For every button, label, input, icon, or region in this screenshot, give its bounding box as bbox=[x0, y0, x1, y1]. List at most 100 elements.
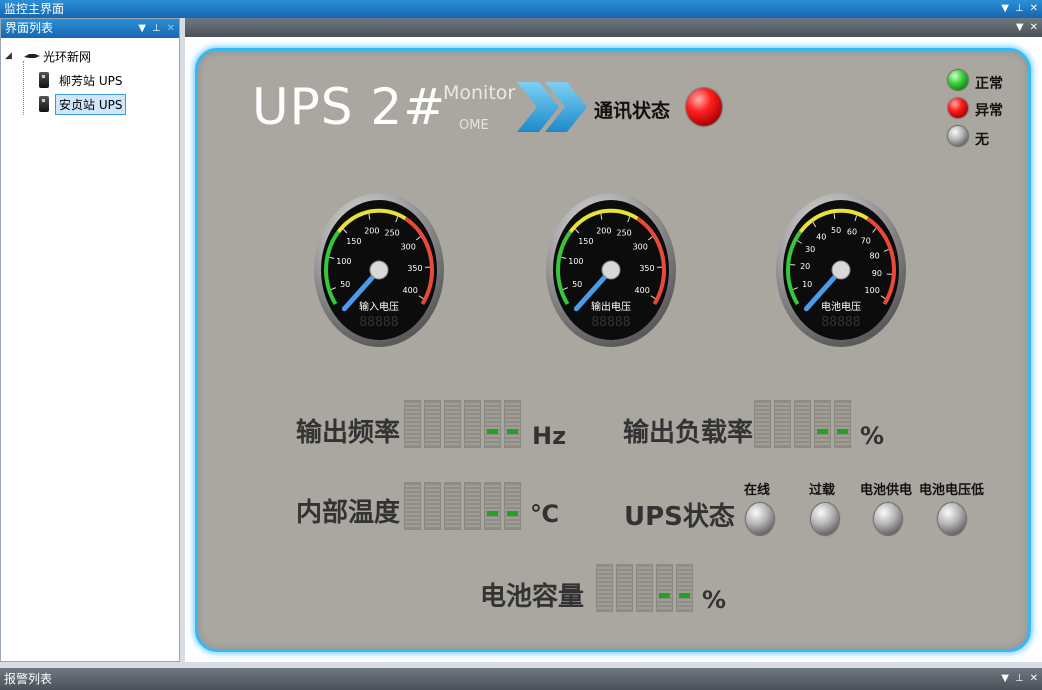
main-header: ▼ ✕ bbox=[185, 18, 1042, 37]
gauge-tick-label: 100 bbox=[568, 257, 583, 266]
gauge-label: 输入电压 bbox=[359, 300, 399, 313]
state-online-led bbox=[746, 503, 774, 535]
internal-temp-unit: ℃ bbox=[530, 500, 560, 528]
alarm-list-panel: 报警列表 ▼ ⊥ ✕ bbox=[0, 668, 1042, 690]
dropdown-icon[interactable]: ▼ bbox=[138, 19, 146, 38]
digit-cell bbox=[444, 482, 461, 530]
state-overload-label: 过载 bbox=[809, 483, 836, 498]
close-icon[interactable]: ✕ bbox=[167, 19, 175, 38]
expand-icon[interactable]: ◢ bbox=[5, 51, 17, 61]
input-voltage-gauge: 50 100 150 200 250 300 350 400 输入电压 88888 bbox=[313, 190, 445, 348]
gauge-tick-label: 50 bbox=[572, 280, 582, 289]
digit-cell bbox=[404, 482, 421, 530]
legend-normal-led bbox=[948, 70, 968, 90]
gauge-tick-label: 350 bbox=[639, 264, 654, 273]
gauge-digital-readout: 88888 bbox=[821, 315, 860, 330]
state-online-label: 在线 bbox=[744, 483, 771, 498]
close-icon[interactable]: ✕ bbox=[1030, 668, 1038, 690]
ups-device-icon bbox=[39, 72, 49, 88]
gauge-tick-label: 20 bbox=[800, 262, 810, 271]
state-battery-low-label: 电池电压低 bbox=[919, 483, 985, 498]
state-overload-led bbox=[811, 503, 839, 535]
gauge-svg: 10 20 3040 50 60 70 80 90 100 电池电压 88888 bbox=[776, 193, 906, 347]
legend-abnormal-led bbox=[948, 98, 968, 118]
battery-capacity-unit: % bbox=[702, 586, 727, 614]
dropdown-icon[interactable]: ▼ bbox=[1016, 18, 1024, 37]
gauge-tick-label: 50 bbox=[831, 226, 841, 235]
gauge-tick-label: 70 bbox=[861, 237, 871, 246]
gauge-svg: 50100150200 250300350400输出电压88888 bbox=[546, 193, 676, 347]
tree-view: ◢ 光环新网 柳芳站 UPS 安贞站 UPS bbox=[1, 38, 179, 122]
gauge-tick bbox=[790, 263, 796, 266]
battery-voltage-gauge: 10 20 30 40 50 60 70 80 90 100 电池电压 88888 bbox=[775, 190, 907, 348]
gauge-tick-label: 100 bbox=[865, 286, 880, 295]
digit-cell bbox=[656, 564, 673, 612]
tree-item-anzhen[interactable]: 安贞站 UPS bbox=[39, 92, 175, 116]
gauge-label: 电池电压 bbox=[821, 300, 861, 313]
gauge-tick-label: 30 bbox=[805, 245, 815, 254]
ome-text: OME bbox=[459, 118, 489, 133]
gauge-tick-label: 150 bbox=[578, 237, 593, 246]
comm-status-led bbox=[686, 88, 722, 126]
window-titlebar: 监控主界面 ▼ ⊥ ✕ bbox=[0, 0, 1042, 18]
network-icon bbox=[24, 54, 40, 58]
digit-cell bbox=[484, 400, 501, 448]
digit-cell bbox=[754, 400, 771, 448]
tree-item-liufang[interactable]: 柳芳站 UPS bbox=[39, 68, 175, 92]
legend-none-led bbox=[948, 126, 968, 146]
window-title: 监控主界面 bbox=[4, 2, 65, 16]
state-battery-low-led bbox=[938, 503, 966, 535]
ups-device-icon bbox=[39, 96, 49, 112]
monitor-panel bbox=[195, 48, 1031, 652]
gauge-tick-label: 200 bbox=[596, 226, 611, 235]
gauge-tick-label: 400 bbox=[403, 286, 418, 295]
legend-normal-label: 正常 bbox=[975, 76, 1003, 92]
digit-cell bbox=[596, 564, 613, 612]
gauge-tick-label: 50 bbox=[340, 280, 350, 289]
gauge-tick-label: 80 bbox=[869, 251, 879, 260]
gauge-tick-label: 100 bbox=[336, 257, 351, 266]
dropdown-icon[interactable]: ▼ bbox=[1001, 668, 1009, 690]
digit-cell bbox=[794, 400, 811, 448]
digit-cell bbox=[484, 482, 501, 530]
digit-cell bbox=[464, 482, 481, 530]
pin-icon[interactable]: ⊥ bbox=[152, 19, 161, 38]
gauge-hub bbox=[369, 260, 389, 280]
digit-cell bbox=[834, 400, 851, 448]
pin-icon[interactable]: ⊥ bbox=[1015, 668, 1024, 690]
gauge-tick-label: 10 bbox=[802, 280, 812, 289]
digit-cell bbox=[424, 482, 441, 530]
sidebar-panel: 界面列表 ▼ ⊥ ✕ ◢ 光环新网 柳芳站 UPS 安贞站 UPS bbox=[0, 18, 180, 662]
gauge-tick-label: 250 bbox=[385, 228, 400, 237]
digit-cell bbox=[636, 564, 653, 612]
gauge-tick-label: 200 bbox=[364, 226, 379, 235]
output-load-unit: % bbox=[860, 422, 885, 450]
state-battery-supply-label: 电池供电 bbox=[860, 483, 913, 498]
digit-cell bbox=[814, 400, 831, 448]
digit-cell bbox=[444, 400, 461, 448]
digit-cell bbox=[424, 400, 441, 448]
gauge-tick-label: 40 bbox=[816, 232, 826, 241]
output-voltage-gauge: 50 100 150 200 250 300 350 400 输出电压 88888 bbox=[545, 190, 677, 348]
close-icon[interactable]: ✕ bbox=[1030, 18, 1038, 37]
digit-cell bbox=[464, 400, 481, 448]
output-frequency-display bbox=[404, 400, 521, 448]
digit-cell bbox=[616, 564, 633, 612]
gauge-digital-readout: 88888 bbox=[591, 315, 630, 330]
gauge-hub bbox=[601, 260, 621, 280]
monitor-text: Monitor bbox=[443, 82, 516, 104]
gauge-hub bbox=[831, 260, 851, 280]
gauge-tick-label: 300 bbox=[633, 242, 648, 251]
battery-capacity-display bbox=[596, 564, 693, 612]
tree-connector bbox=[23, 61, 35, 115]
digit-cell bbox=[404, 400, 421, 448]
battery-capacity-label: 电池容量 bbox=[480, 582, 585, 612]
gauge-tick-label: 150 bbox=[346, 237, 361, 246]
dropdown-icon[interactable]: ▼ bbox=[1001, 0, 1009, 18]
alarm-list-title: 报警列表 bbox=[4, 672, 53, 686]
pin-icon[interactable]: ⊥ bbox=[1015, 0, 1024, 18]
gauge-tick-label: 350 bbox=[407, 264, 422, 273]
output-frequency-unit: Hz bbox=[532, 422, 567, 450]
internal-temp-display bbox=[404, 482, 521, 530]
close-icon[interactable]: ✕ bbox=[1030, 0, 1038, 18]
